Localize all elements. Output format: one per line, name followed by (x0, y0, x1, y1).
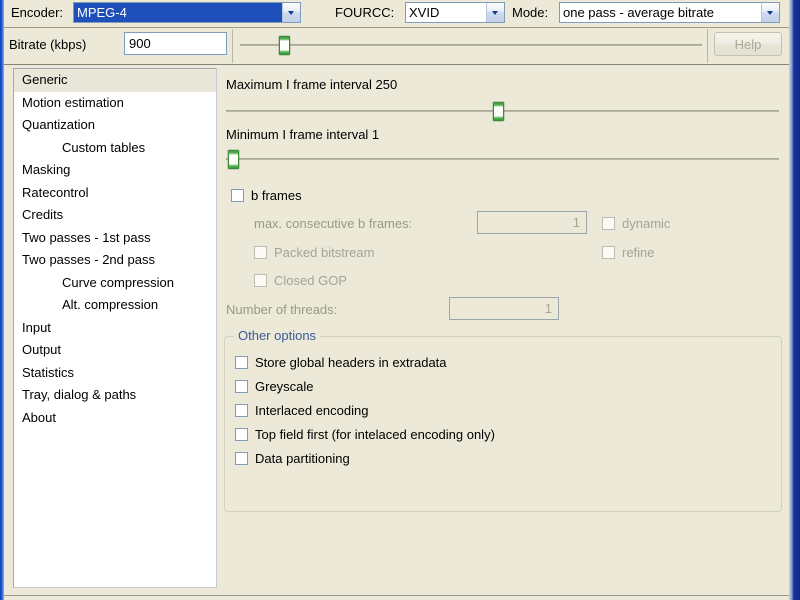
option-label: Interlaced encoding (255, 403, 369, 418)
checkbox-box-icon (602, 217, 615, 230)
closed-gop-checkbox[interactable]: Closed GOP (254, 273, 347, 288)
bitrate-toolbar: Bitrate (kbps) 900 Help (4, 28, 789, 65)
min-iframe-interval-label: Minimum I frame interval 1 (226, 127, 380, 142)
b-frames-label: b frames (251, 188, 302, 203)
window-border-right (789, 0, 800, 600)
bitrate-label: Bitrate (kbps) (9, 37, 87, 52)
chevron-down-icon[interactable] (282, 3, 300, 22)
checkbox-box-icon (235, 404, 248, 417)
number-of-threads-input[interactable]: 1 (449, 297, 559, 320)
bitrate-slider[interactable] (240, 35, 702, 55)
dynamic-label: dynamic (622, 216, 671, 231)
min-iframe-slider-track (226, 158, 779, 160)
max-iframe-interval-slider[interactable] (226, 101, 779, 121)
option-checkbox-top-field-first-for-intelaced-encoding-only[interactable]: Top field first (for intelaced encoding … (235, 427, 495, 442)
max-iframe-slider-thumb[interactable] (493, 102, 504, 121)
window-frame: Encoder: MPEG-4 FOURCC: XVID Mode: one p… (0, 0, 800, 600)
packed-bitstream-checkbox[interactable]: Packed bitstream (254, 245, 374, 260)
mode-label: Mode: (512, 5, 549, 20)
sidebar-item-motion-estimation[interactable]: Motion estimation (14, 92, 216, 115)
checkbox-box-icon (235, 452, 248, 465)
encoder-combobox-value: MPEG-4 (74, 3, 282, 22)
sidebar-item-statistics[interactable]: Statistics (14, 362, 216, 385)
settings-category-list[interactable]: Generic Motion estimation Quantization Cust… (13, 68, 217, 588)
sidebar-item-two-passes-2nd-pass[interactable]: Two passes - 2nd pass (14, 249, 216, 272)
option-checkbox-interlaced-encoding[interactable]: Interlaced encoding (235, 403, 368, 418)
packed-bitstream-label: Packed bitstream (274, 245, 375, 260)
sidebar-item-credits[interactable]: Credits (14, 204, 216, 227)
encoder-combobox[interactable]: MPEG-4 (73, 2, 301, 23)
option-label: Top field first (for intelaced encoding … (255, 427, 495, 442)
toolbar-divider-2 (707, 29, 708, 63)
number-of-threads-label: Number of threads: (226, 302, 338, 317)
option-label: Data partitioning (255, 451, 350, 466)
sidebar-item-two-passes-1st-pass[interactable]: Two passes - 1st pass (14, 227, 216, 250)
bitrate-input[interactable]: 900 (124, 32, 227, 55)
dialog-client-area: Encoder: MPEG-4 FOURCC: XVID Mode: one p… (4, 0, 789, 600)
chevron-down-icon[interactable] (761, 3, 779, 22)
sidebar-item-ratecontrol[interactable]: Ratecontrol (14, 182, 216, 205)
max-iframe-interval-label: Maximum I frame interval 250 (226, 77, 398, 92)
other-options-group: Other options Store global headers in ex… (224, 328, 782, 512)
sidebar-item-curve-compression[interactable]: Curve compression (14, 272, 216, 295)
option-checkbox-store-global-headers-in-extradata[interactable]: Store global headers in extradata (235, 355, 447, 370)
option-label: Store global headers in extradata (255, 355, 447, 370)
toolbar-divider (232, 29, 233, 63)
dynamic-checkbox[interactable]: dynamic (602, 216, 670, 231)
help-button[interactable]: Help (714, 32, 782, 56)
option-checkbox-data-partitioning[interactable]: Data partitioning (235, 451, 350, 466)
other-options-legend: Other options (234, 328, 321, 343)
refine-checkbox[interactable]: refine (602, 245, 655, 260)
max-consecutive-b-frames-label: max. consecutive b frames: (254, 216, 413, 231)
checkbox-box-icon (235, 380, 248, 393)
b-frames-checkbox[interactable]: b frames (231, 188, 302, 203)
sidebar-item-tray-dialog-paths[interactable]: Tray, dialog & paths (14, 384, 216, 407)
option-checkbox-greyscale[interactable]: Greyscale (235, 379, 314, 394)
bitrate-slider-thumb[interactable] (279, 36, 290, 55)
fourcc-combobox[interactable]: XVID (405, 2, 505, 23)
sidebar-item-generic[interactable]: Generic (14, 69, 216, 92)
fourcc-combobox-value: XVID (409, 5, 440, 20)
checkbox-box-icon (235, 356, 248, 369)
fourcc-label: FOURCC: (335, 5, 395, 20)
mode-combobox[interactable]: one pass - average bitrate (559, 2, 780, 23)
checkbox-box-icon (231, 189, 244, 202)
sidebar-item-alt-compression[interactable]: Alt. compression (14, 294, 216, 317)
refine-label: refine (622, 245, 655, 260)
sidebar-item-custom-tables[interactable]: Custom tables (14, 137, 216, 160)
max-consecutive-b-frames-input[interactable]: 1 (477, 211, 587, 234)
mode-combobox-value: one pass - average bitrate (563, 5, 715, 20)
min-iframe-slider-thumb[interactable] (228, 150, 239, 169)
min-iframe-interval-slider[interactable] (226, 149, 779, 169)
sidebar-item-quantization[interactable]: Quantization (14, 114, 216, 137)
sidebar-item-masking[interactable]: Masking (14, 159, 216, 182)
checkbox-box-icon (235, 428, 248, 441)
closed-gop-label: Closed GOP (274, 273, 347, 288)
encoder-label: Encoder: (11, 5, 64, 20)
checkbox-box-icon (602, 246, 615, 259)
chevron-down-icon[interactable] (486, 3, 504, 22)
sidebar-item-input[interactable]: Input (14, 317, 216, 340)
sidebar-item-output[interactable]: Output (14, 339, 216, 362)
checkbox-box-icon (254, 274, 267, 287)
sidebar-item-about[interactable]: About (14, 407, 216, 430)
option-label: Greyscale (255, 379, 314, 394)
bitrate-slider-track (240, 44, 702, 46)
dialog-bottom-edge (4, 595, 789, 600)
checkbox-box-icon (254, 246, 267, 259)
encoder-toolbar: Encoder: MPEG-4 FOURCC: XVID Mode: one p… (4, 0, 789, 28)
